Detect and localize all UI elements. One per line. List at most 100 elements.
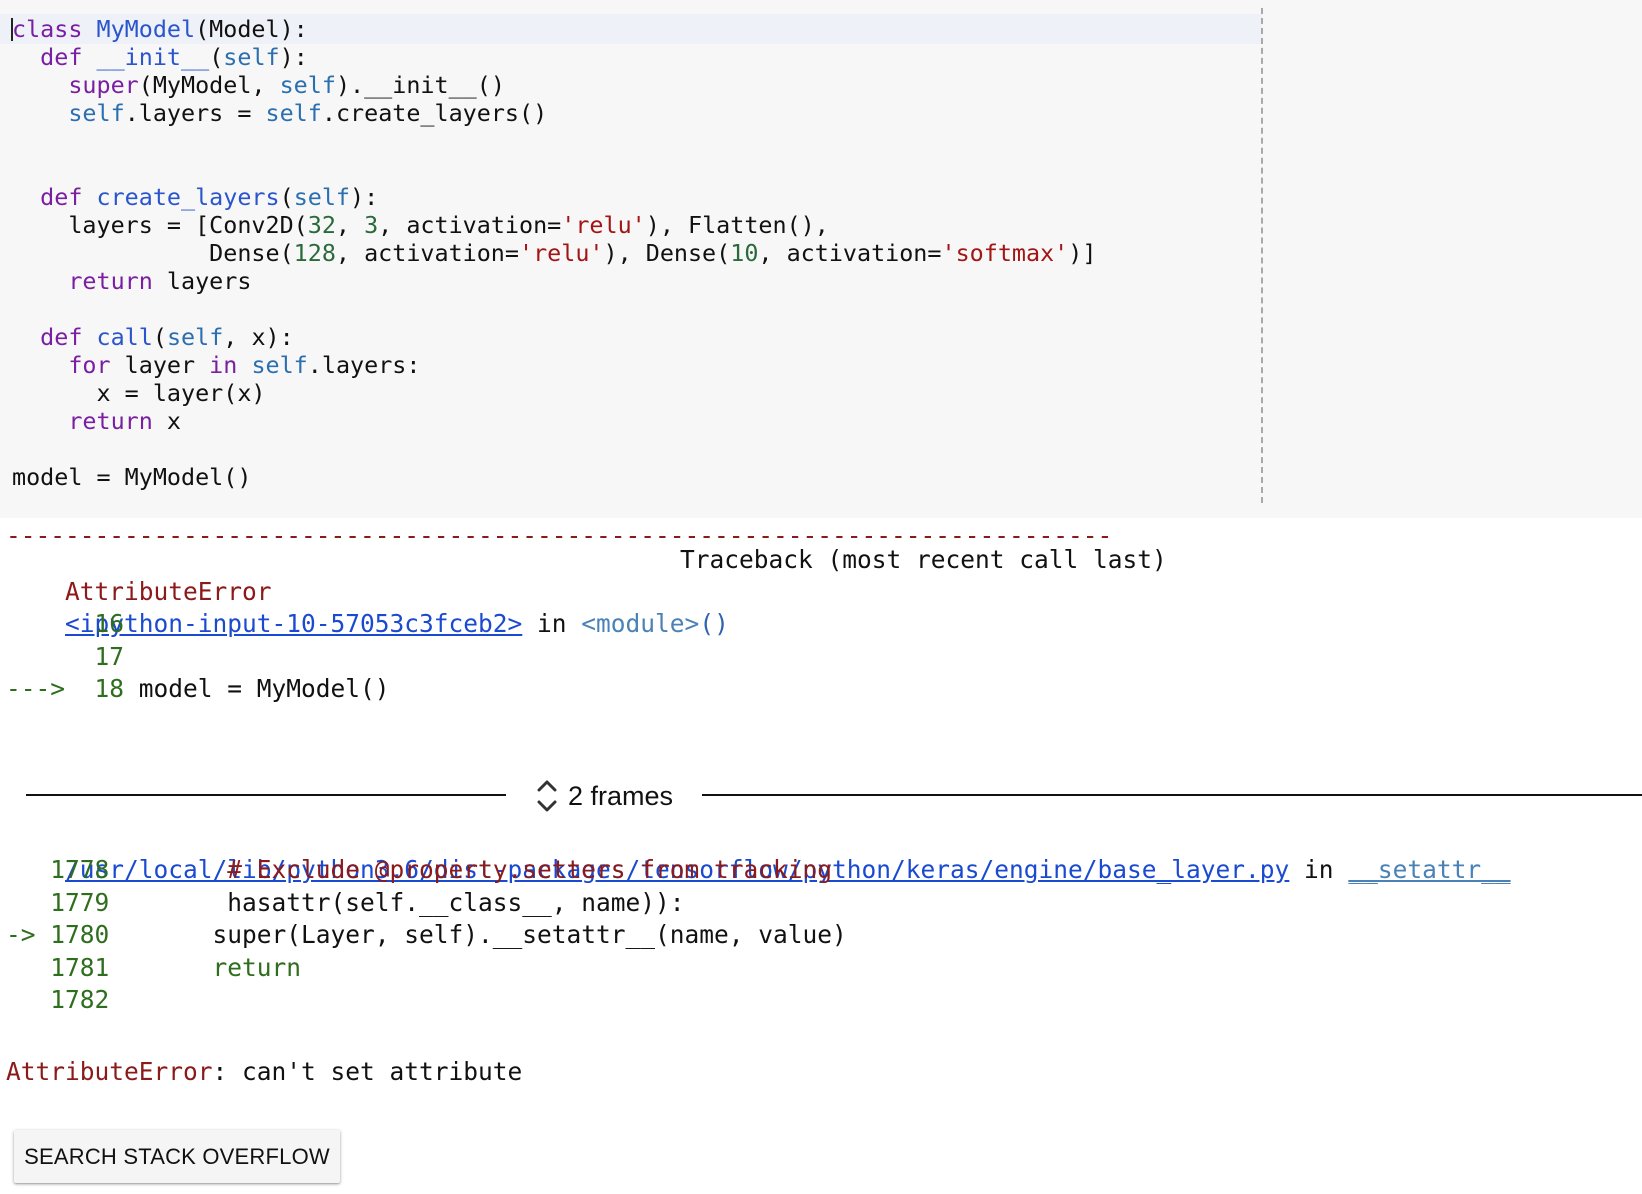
code-line[interactable]: self.layers = self.create_layers() xyxy=(12,99,1096,127)
final-error-line: AttributeError: can't set attribute xyxy=(6,1056,522,1088)
unfold-icon xyxy=(537,780,557,812)
code-token: in xyxy=(209,351,238,379)
traceback-line: 1779 hasattr(self.__class__, name)): xyxy=(6,887,684,919)
code-token: super xyxy=(68,71,139,99)
code-token: (MyModel, xyxy=(138,71,280,99)
code-token: ( xyxy=(209,43,224,71)
code-token: , activation= xyxy=(758,239,942,267)
code-editor[interactable]: class MyModel(Model): def __init__(self)… xyxy=(0,0,1642,518)
code-token: create_layers xyxy=(96,183,280,211)
code-token: self xyxy=(223,43,280,71)
traceback-line: 1781 return xyxy=(6,952,301,984)
code-token: return xyxy=(68,267,153,295)
code-token: , activation= xyxy=(378,211,562,239)
code-token: 32 xyxy=(307,211,336,239)
code-line[interactable]: super(MyModel, self).__init__() xyxy=(12,71,1096,99)
code-token: layers = [Conv2D( xyxy=(12,211,308,239)
code-line[interactable]: for layer in self.layers: xyxy=(12,351,1096,379)
code-token: 'relu' xyxy=(561,211,646,239)
line-number: 1782 xyxy=(50,985,110,1014)
traceback-line: 17 xyxy=(6,641,139,673)
code-line[interactable]: return layers xyxy=(12,267,1096,295)
traceback-line: -> 1780 super(Layer, self).__setattr__(na… xyxy=(6,919,847,951)
code-token: 'relu' xyxy=(518,239,604,267)
code-token: call xyxy=(96,323,153,351)
code-line[interactable]: Dense(128, activation='relu'), Dense(10,… xyxy=(12,239,1096,267)
code-token: 3 xyxy=(364,211,379,239)
frames-divider-left xyxy=(26,794,506,796)
code-line[interactable]: return x xyxy=(12,407,1096,435)
code-token: layers xyxy=(152,267,252,295)
line-number: 1778 xyxy=(50,855,110,884)
code-token: .layers = xyxy=(124,99,266,127)
code-line[interactable]: def __init__(self): xyxy=(12,43,1096,71)
expand-frames-toggle[interactable]: 2 frames xyxy=(536,774,673,818)
code-token: MyModel xyxy=(96,15,196,43)
code-line[interactable]: class MyModel(Model): xyxy=(11,15,1096,43)
code-token: ( xyxy=(279,183,294,211)
code-token: for xyxy=(68,351,111,379)
code-token: .layers: xyxy=(307,351,421,379)
current-line-arrow: ---> xyxy=(6,674,80,703)
line-number: 16 xyxy=(94,609,124,638)
code-line[interactable]: model = MyModel() xyxy=(12,463,1096,491)
traceback-header: AttributeError xyxy=(6,544,272,606)
code-token: layer xyxy=(110,351,210,379)
traceback-code: super(Layer, self).__setattr__(name, val… xyxy=(212,920,847,949)
frame2-header: /usr/local/lib/python3.6/dist-packages/t… xyxy=(6,822,1511,884)
final-error-type: AttributeError xyxy=(6,1057,213,1086)
code-content[interactable]: class MyModel(Model): def __init__(self)… xyxy=(11,15,1096,491)
code-token: self xyxy=(293,183,351,211)
text-cursor xyxy=(11,18,13,41)
code-token: ), Dense( xyxy=(603,239,731,267)
code-token: , xyxy=(335,211,365,239)
code-token: class xyxy=(12,15,83,43)
code-line[interactable]: def create_layers(self): xyxy=(12,183,1096,211)
code-line[interactable]: def call(self, x): xyxy=(12,323,1096,351)
line-number: 1779 xyxy=(50,887,110,917)
line-number: 1781 xyxy=(50,952,110,982)
in-text: in xyxy=(1289,855,1349,884)
code-token: return xyxy=(68,407,153,435)
code-line[interactable] xyxy=(12,435,1096,463)
code-line[interactable]: layers = [Conv2D(32, 3, activation='relu… xyxy=(12,211,1096,239)
code-token: __init__ xyxy=(96,43,210,71)
current-line-arrow: -> xyxy=(6,920,51,949)
line-number: 17 xyxy=(94,641,124,671)
function-name[interactable]: __setattr__ xyxy=(1348,855,1510,884)
collapsed-frames-row: 2 frames xyxy=(0,770,1642,820)
code-token: self xyxy=(279,71,336,99)
code-line[interactable] xyxy=(12,295,1096,323)
code-token: ( xyxy=(152,323,167,351)
code-token: self xyxy=(166,323,224,351)
code-token: model = MyModel() xyxy=(12,463,252,491)
traceback-line: 1778 # Exclude @property.setters from tra… xyxy=(6,854,832,886)
frame1-header: <ipython-input-10-57053c3fceb2> in <modu… xyxy=(6,576,729,638)
code-line[interactable] xyxy=(12,155,1096,183)
code-token: ).__init__() xyxy=(335,71,505,99)
code-token: def xyxy=(40,43,83,71)
code-token: def xyxy=(40,323,83,351)
code-token: self xyxy=(265,99,322,127)
traceback-line: 16 xyxy=(6,608,139,640)
code-line[interactable]: x = layer(x) xyxy=(12,379,1096,407)
code-token: (Model): xyxy=(195,15,308,43)
code-token: ): xyxy=(279,43,308,71)
traceback-header-right: Traceback (most recent call last) xyxy=(680,545,1167,574)
in-text: in xyxy=(522,609,582,638)
code-line[interactable] xyxy=(12,127,1096,155)
search-stack-overflow-button[interactable]: SEARCH STACK OVERFLOW xyxy=(14,1130,340,1183)
code-token: self xyxy=(251,351,308,379)
final-error-message: : can't set attribute xyxy=(212,1057,523,1086)
